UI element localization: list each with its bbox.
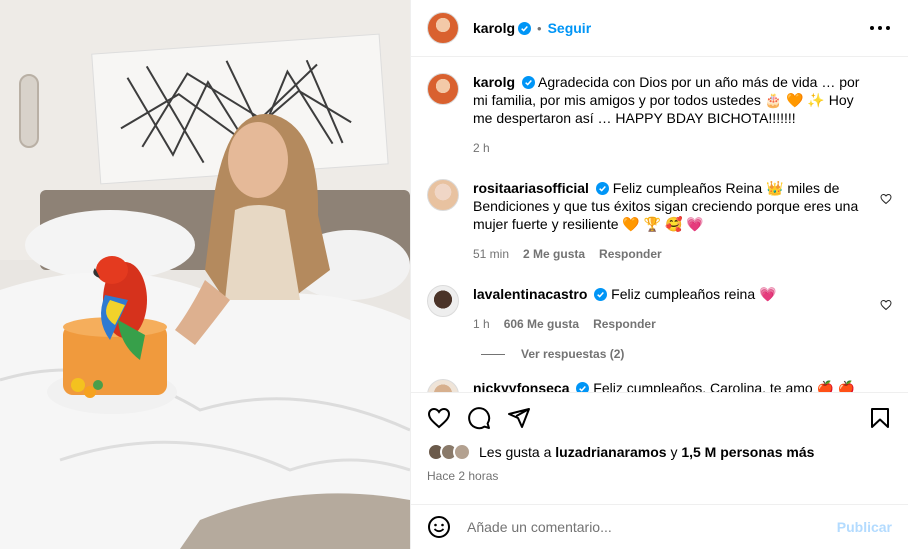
comment-likes[interactable]: 606 Me gusta [504, 315, 579, 333]
avatar [453, 443, 471, 461]
comment-username[interactable]: rositaariasofficial [473, 180, 589, 196]
verified-icon [594, 288, 608, 301]
comment-likes[interactable]: 2 Me gusta [523, 245, 585, 263]
comment-time[interactable]: 1 h [473, 315, 490, 333]
add-comment-bar: Publicar [411, 504, 908, 549]
save-icon[interactable] [868, 406, 892, 430]
commenter-avatar[interactable] [427, 285, 459, 317]
comments-list[interactable]: karolg Agradecida con Dios por un año má… [411, 57, 908, 392]
verified-icon [518, 21, 532, 35]
comment-item: rositaariasofficial Feliz cumpleaños Rei… [427, 179, 892, 263]
share-icon[interactable] [507, 406, 531, 430]
post-photo[interactable] [0, 0, 410, 549]
comment-username[interactable]: nickyyfonseca [473, 380, 570, 392]
likes-count[interactable]: 1,5 M personas más [681, 444, 814, 460]
likes-mid: y [670, 444, 678, 460]
heart-icon[interactable] [427, 406, 451, 430]
comment-input[interactable] [467, 519, 837, 535]
follow-button[interactable]: Seguir [548, 20, 592, 36]
author-avatar[interactable] [427, 12, 459, 44]
comment-time[interactable]: 51 min [473, 245, 509, 263]
comment-icon[interactable] [467, 406, 491, 430]
caption-username[interactable]: karolg [473, 74, 515, 90]
commenter-avatar[interactable] [427, 179, 459, 211]
post-side-panel: karolg • Seguir karolg Agradecida con Di… [410, 0, 908, 549]
emoji-icon[interactable] [427, 515, 451, 539]
verified-icon [521, 76, 535, 89]
caption-time[interactable]: 2 h [473, 139, 490, 157]
more-icon [870, 26, 890, 30]
comment-item: nickyyfonseca Feliz cumpleaños, Carolina… [427, 379, 892, 392]
post-time[interactable]: Hace 2 horas [427, 469, 892, 483]
post-actions: Les gusta a luzadrianaramos y 1,5 M pers… [411, 392, 908, 504]
comment-item: lavalentinacastro Feliz cumpleaños reina… [427, 285, 892, 333]
post-header: karolg • Seguir [411, 0, 908, 57]
post-caption: karolg Agradecida con Dios por un año má… [427, 73, 892, 157]
heart-icon[interactable] [880, 299, 892, 311]
likes-summary: Les gusta a luzadrianaramos y 1,5 M pers… [427, 443, 892, 461]
heart-icon[interactable] [880, 193, 892, 205]
reply-button[interactable]: Responder [593, 315, 656, 333]
verified-icon [595, 182, 609, 195]
separator-dot: • [537, 20, 542, 36]
liker-avatars[interactable] [427, 443, 471, 461]
view-replies-label: Ver respuestas (2) [521, 347, 625, 361]
more-options-button[interactable] [868, 16, 892, 40]
verified-icon [576, 382, 590, 392]
author-avatar[interactable] [427, 73, 459, 105]
likes-user[interactable]: luzadrianaramos [555, 444, 666, 460]
comment-text: Feliz cumpleaños reina 💗 [611, 286, 777, 302]
reply-button[interactable]: Responder [599, 245, 662, 263]
publish-button[interactable]: Publicar [837, 519, 892, 535]
author-username[interactable]: karolg [473, 20, 515, 36]
commenter-avatar[interactable] [427, 379, 459, 392]
replies-divider [481, 353, 505, 355]
view-replies-button[interactable]: Ver respuestas (2) [481, 347, 892, 361]
comment-username[interactable]: lavalentinacastro [473, 286, 587, 302]
likes-prefix: Les gusta a [479, 444, 552, 460]
